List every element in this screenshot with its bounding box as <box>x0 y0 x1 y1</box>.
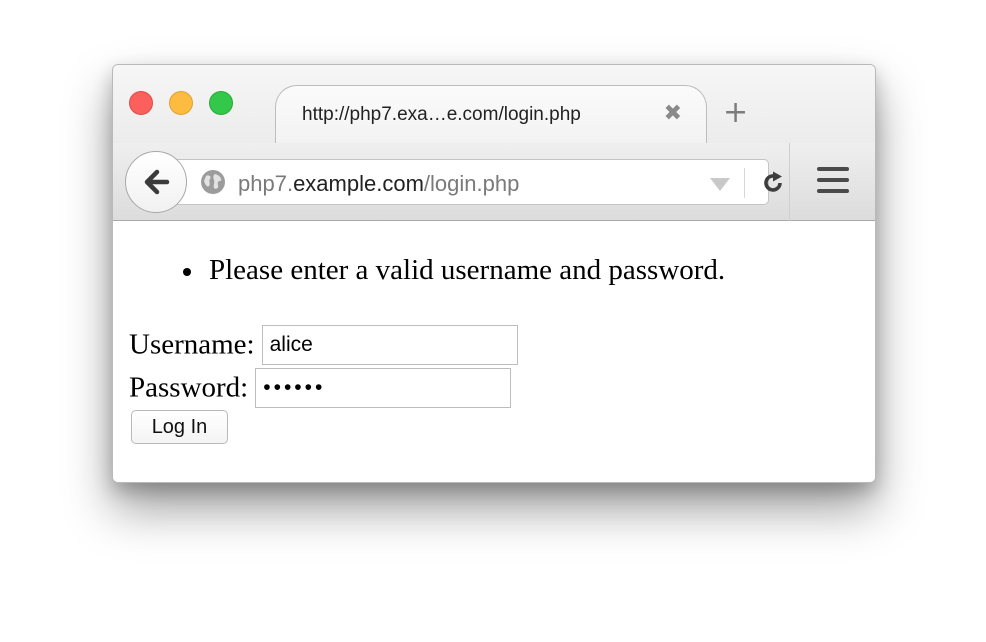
url-path: /login.php <box>423 171 520 196</box>
chevron-down-icon[interactable] <box>710 178 730 191</box>
address-bar[interactable]: php7.example.com/login.php <box>153 159 782 205</box>
url-text[interactable]: php7.example.com/login.php <box>238 171 519 197</box>
tab-title: http://php7.exa…e.com/login.php <box>302 104 581 125</box>
username-input[interactable] <box>261 325 518 365</box>
password-label: Password: <box>129 371 249 404</box>
password-input[interactable] <box>255 368 512 408</box>
tab-strip: http://php7.exa…e.com/login.php ✖ + <box>113 65 875 144</box>
window-zoom-button[interactable] <box>209 91 233 115</box>
page-content: Please enter a valid username and passwo… <box>113 222 875 482</box>
tab-login[interactable]: http://php7.exa…e.com/login.php ✖ <box>275 85 707 144</box>
url-divider <box>744 168 745 198</box>
globe-icon <box>201 170 225 194</box>
back-button[interactable] <box>125 151 187 213</box>
username-row: Username: <box>129 325 518 365</box>
url-subdomain: php7. <box>238 171 294 196</box>
back-arrow-icon <box>144 169 170 195</box>
window-minimize-button[interactable] <box>169 91 193 115</box>
navigation-toolbar: php7.example.com/login.php <box>113 143 875 221</box>
window-close-button[interactable] <box>129 91 153 115</box>
error-message: Please enter a valid username and passwo… <box>183 254 725 287</box>
login-button[interactable]: Log In <box>131 410 228 444</box>
password-row: Password: <box>129 368 512 408</box>
new-tab-icon[interactable]: + <box>723 98 748 128</box>
toolbar-divider <box>789 143 790 221</box>
reload-icon[interactable] <box>760 170 786 196</box>
hamburger-menu-icon[interactable] <box>817 167 849 195</box>
username-label: Username: <box>129 328 255 361</box>
tab-close-icon[interactable]: ✖ <box>664 101 682 126</box>
error-list: Please enter a valid username and passwo… <box>183 254 725 287</box>
url-domain: example.com <box>293 171 424 196</box>
browser-window: http://php7.exa…e.com/login.php ✖ + php7… <box>112 64 876 483</box>
